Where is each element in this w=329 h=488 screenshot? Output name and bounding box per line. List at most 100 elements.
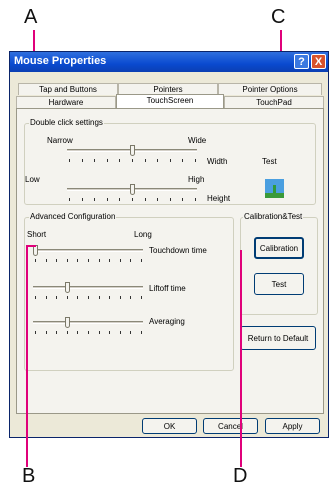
slider-tick [107, 198, 108, 201]
slider-tick [145, 198, 146, 201]
slider-tick [130, 259, 131, 262]
title-bar[interactable]: Mouse Properties ? X [10, 52, 328, 72]
long-label: Long [134, 230, 152, 239]
slider-tick [120, 296, 121, 299]
slider-tick [145, 159, 146, 162]
slider-tick [182, 159, 183, 162]
liftoff-label: Liftoff time [149, 284, 186, 293]
averaging-label: Averaging [149, 317, 185, 326]
slider-tick [67, 259, 68, 262]
slider-tick [132, 198, 133, 201]
slider-tick [109, 331, 110, 334]
slider-tick [94, 198, 95, 201]
help-button[interactable]: ? [294, 54, 309, 69]
slider-tick [67, 296, 68, 299]
liftoff-slider-thumb[interactable] [64, 282, 70, 293]
slider-tick [56, 331, 57, 334]
callout-b: B [22, 465, 36, 487]
slider-tick [141, 259, 142, 262]
slider-tick [88, 331, 89, 334]
window-title: Mouse Properties [14, 55, 107, 67]
slider-tick [130, 296, 131, 299]
tab-touchscreen[interactable]: TouchScreen [116, 94, 224, 108]
slider-tick [88, 296, 89, 299]
slider-tick [99, 296, 100, 299]
slider-tick [82, 198, 83, 201]
averaging-slider-thumb[interactable] [64, 317, 70, 328]
calibration-test-button[interactable]: Test [254, 273, 304, 295]
test-icon-ground [265, 193, 284, 198]
touchdown-slider-track[interactable] [33, 249, 143, 252]
slider-tick [69, 198, 70, 201]
slider-tick [56, 296, 57, 299]
slider-tick [82, 159, 83, 162]
slider-tick [132, 159, 133, 162]
apply-button[interactable]: Apply [265, 418, 320, 434]
slider-tick [77, 259, 78, 262]
slider-tick [195, 198, 196, 201]
slider-tick [157, 159, 158, 162]
averaging-slider-track[interactable] [33, 321, 143, 324]
slider-tick [107, 159, 108, 162]
height-slider-thumb[interactable] [129, 184, 135, 195]
slider-tick [77, 296, 78, 299]
cancel-button[interactable]: Cancel [203, 418, 258, 434]
tab-row-2: Hardware TouchScreen TouchPad [16, 94, 324, 108]
slider-tick [182, 198, 183, 201]
slider-tick [67, 331, 68, 334]
double-click-test-icon[interactable] [265, 179, 284, 198]
slider-tick [141, 296, 142, 299]
advanced-config-group: Advanced Configuration Short Long Touchd… [24, 212, 234, 371]
callout-c: C [271, 6, 286, 28]
slider-tick [69, 159, 70, 162]
close-button[interactable]: X [311, 54, 326, 69]
slider-tick [35, 331, 36, 334]
slider-tick [120, 259, 121, 262]
callout-a: A [24, 6, 38, 28]
advanced-config-legend: Advanced Configuration [29, 212, 117, 221]
slider-tick [119, 198, 120, 201]
liftoff-slider-track[interactable] [33, 286, 143, 289]
width-wide-label: Wide [188, 136, 207, 145]
slider-tick [109, 296, 110, 299]
tab-hardware[interactable]: Hardware [16, 96, 116, 108]
slider-tick [141, 331, 142, 334]
width-label: Width [207, 157, 228, 166]
tab-tap-and-buttons[interactable]: Tap and Buttons [18, 83, 118, 95]
slider-tick [170, 159, 171, 162]
tab-pointer-options[interactable]: Pointer Options [218, 83, 322, 95]
slider-tick [170, 198, 171, 201]
ok-button[interactable]: OK [142, 418, 197, 434]
double-click-group: Double click settings Narrow Wide Width … [24, 118, 316, 205]
leader-line-d [240, 250, 242, 467]
double-click-legend: Double click settings [29, 118, 104, 127]
height-label: Height [207, 194, 231, 203]
width-slider-thumb[interactable] [129, 145, 135, 156]
slider-tick [99, 331, 100, 334]
slider-tick [46, 259, 47, 262]
callout-d: D [233, 465, 248, 487]
test-label: Test [262, 157, 277, 166]
slider-tick [35, 296, 36, 299]
leader-line-b [26, 245, 28, 467]
calibration-legend: Calibration&Test [243, 212, 304, 221]
slider-tick [120, 331, 121, 334]
slider-tick [119, 159, 120, 162]
width-narrow-label: Narrow [47, 136, 73, 145]
slider-tick [157, 198, 158, 201]
slider-tick [56, 259, 57, 262]
slider-tick [99, 259, 100, 262]
slider-tick [46, 331, 47, 334]
height-high-label: High [188, 175, 205, 184]
return-to-default-button[interactable]: Return to Default [240, 326, 316, 350]
touchdown-label: Touchdown time [149, 246, 207, 255]
short-label: Short [27, 230, 47, 239]
slider-tick [195, 159, 196, 162]
slider-tick [35, 259, 36, 262]
calibration-button[interactable]: Calibration [254, 237, 304, 259]
mouse-properties-dialog: Mouse Properties ? X Tap and Buttons Poi… [9, 51, 329, 438]
slider-tick [77, 331, 78, 334]
height-low-label: Low [25, 175, 40, 184]
slider-tick [130, 331, 131, 334]
tab-touchpad[interactable]: TouchPad [224, 96, 324, 108]
